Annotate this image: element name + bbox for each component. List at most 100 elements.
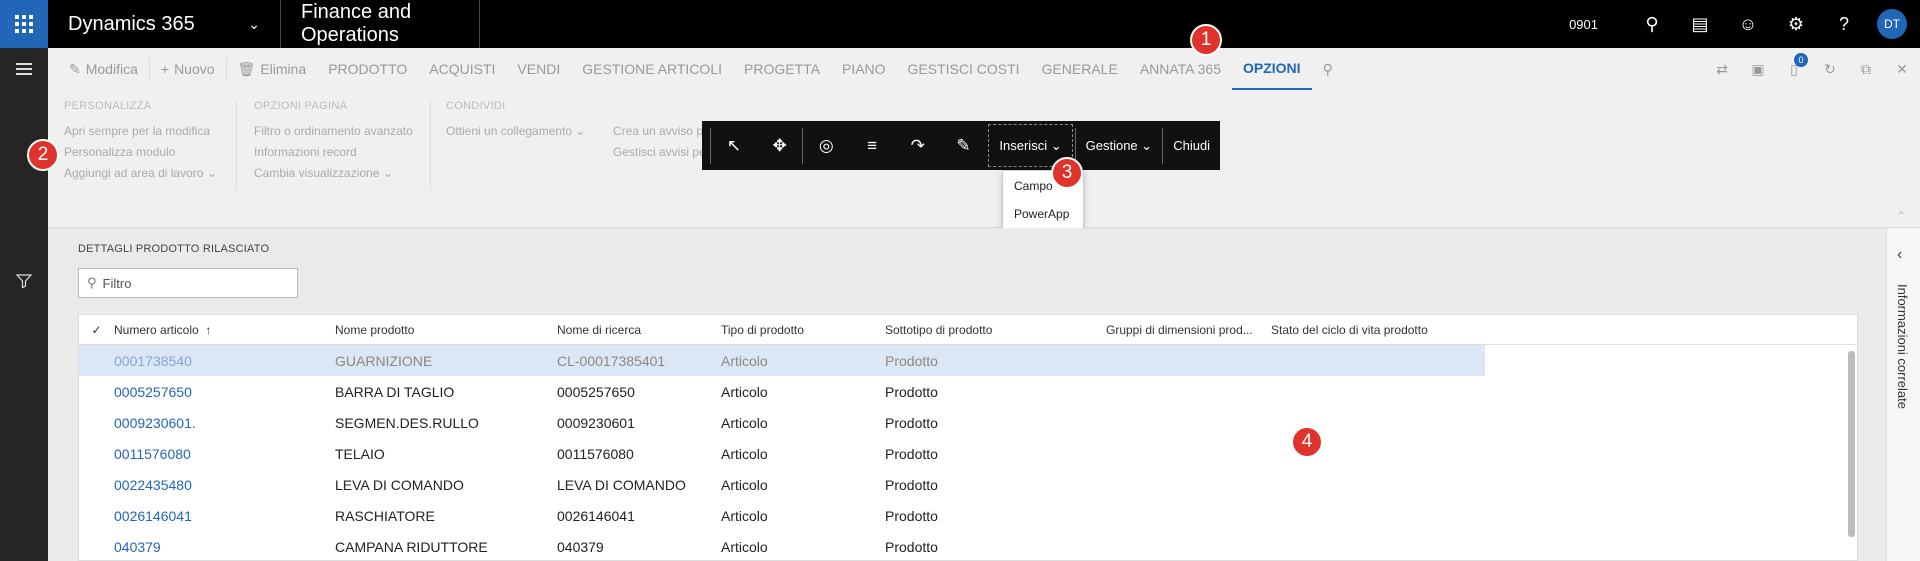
tab-opzioni[interactable]: OPZIONI [1232,48,1312,90]
table-cell: CL-00017385401 [557,352,666,369]
action-search-icon[interactable]: ⚲ [1312,48,1344,90]
tab-prodotto[interactable]: PRODOTTO [317,48,418,90]
chevron-down-icon: ⌄ [575,124,586,138]
sort-ascending-icon: ↑ [205,322,212,337]
app-launcher-button[interactable] [0,0,48,48]
column-header-sottotipo[interactable]: Sottotipo di prodotto [885,323,1106,337]
select-cursor-icon[interactable]: ↖ [711,121,757,170]
delete-button[interactable]: 🗑 Elimina [227,48,318,90]
divider [430,100,431,190]
tab-progetta[interactable]: PROGETTA [733,48,831,90]
skip-icon[interactable]: ↷ [895,121,941,170]
item-number-link[interactable]: 0005257650 [114,384,335,400]
item-number-link[interactable]: 0011576080 [114,446,335,462]
move-icon[interactable]: ✥ [757,121,803,170]
table-row[interactable]: 0001738540 GUARNIZIONE CL-00017385401 Artic… [79,345,1485,376]
app-name-menu[interactable]: Dynamics 365 ⌄ [48,0,281,48]
group-personalizza: PERSONALIZZA Apri sempre per la modifica… [64,100,217,220]
vertical-scrollbar[interactable] [1848,351,1855,537]
help-icon[interactable]: ? [1820,0,1868,48]
item-number-link[interactable]: 0001738540 [114,353,335,369]
menu-item-informazioni-record[interactable]: Informazioni record [254,145,413,159]
personalization-toolbar: ↖ ✥ ◎ ≡ ↷ ✎ Inserisci ⌄ Gestione ⌄ Chiud… [702,121,1220,170]
tab-generale[interactable]: GENERALE [1031,48,1129,90]
chevron-left-icon[interactable]: ‹ [1897,246,1902,264]
column-header-nome-ricerca[interactable]: Nome di ricerca [557,323,721,337]
chevron-down-icon: ⌄ [248,15,260,32]
menu-item-apri-sempre[interactable]: Apri sempre per la modifica [64,124,217,138]
menu-item-label: Ottieni un collegamento [446,124,573,138]
table-row[interactable]: 040379 CAMPANA RIDUTTORE 040379 Articolo Pro… [79,531,1857,561]
notification-icon[interactable]: ▯ 0 [1776,52,1812,78]
hide-icon[interactable]: ◎ [803,121,849,170]
column-header-tipo-prodotto[interactable]: Tipo di prodotto [721,323,885,337]
refresh-icon[interactable]: ↻ [1812,61,1848,78]
table-row[interactable]: 0011576080 TELAIO 0011576080 Articolo Prodot… [79,438,1857,469]
table-row[interactable]: 0026146041 RASCHIATORE 0026146041 Articolo P… [79,500,1857,531]
table-row[interactable]: 0022435480 LEVA DI COMANDO LEVA DI COMANDO… [79,469,1857,500]
edit-icon[interactable]: ✎ [941,121,987,170]
table-row[interactable]: 0005257650 BARRA DI TAGLIO 0005257650 Artic… [79,376,1857,407]
office-icon[interactable]: ▣ [1740,61,1776,78]
tab-acquisti[interactable]: ACQUISTI [418,48,506,90]
table-cell: Prodotto [885,414,938,431]
table-cell: TELAIO [335,445,385,462]
column-header-nome-prodotto[interactable]: Nome prodotto [335,323,557,337]
smiley-icon[interactable]: ☺ [1724,0,1772,48]
menu-item-gestisci-avvisi[interactable]: Gestisci avvisi pe [613,145,706,159]
table-cell: 0009230601 [557,414,635,431]
table-cell: Articolo [721,476,768,493]
item-number-link[interactable]: 0022435480 [114,477,335,493]
item-number-link[interactable]: 040379 [114,539,335,555]
search-icon[interactable]: ⚲ [1628,0,1676,48]
company-selector[interactable]: 0901 [1569,17,1598,32]
open-new-window-icon[interactable]: ⧉ [1848,61,1884,78]
hamburger-menu-icon[interactable] [0,48,48,90]
column-header-numero-articolo[interactable]: Numero articolo ↑ [114,323,335,337]
table-cell: 0005257650 [557,383,635,400]
tab-annata-365[interactable]: ANNATA 365 [1129,48,1232,90]
table-row[interactable]: 0009230601. SEGMEN.DES.RULLO 0009230601 Art… [79,407,1857,438]
message-icon[interactable]: ▤ [1676,0,1724,48]
menu-item-label: Cambia visualizzazione [254,166,380,180]
collapse-action-pane-icon[interactable]: ⌃ [1896,209,1906,223]
gestione-button[interactable]: Gestione ⌄ [1076,121,1163,170]
close-icon[interactable]: ✕ [1884,61,1920,78]
related-info-pane[interactable]: ‹ Informazioni correlate [1886,228,1920,561]
tab-gestione-articoli[interactable]: GESTIONE ARTICOLI [571,48,733,90]
menu-item-crea-avviso[interactable]: Crea un avviso p [613,124,706,138]
tab-piano[interactable]: PIANO [831,48,897,90]
menu-item-filtro-avanzato[interactable]: Filtro o ordinamento avanzato [254,124,413,138]
menu-item-cambia-visualizzazione[interactable]: Cambia visualizzazione ⌄ [254,166,413,180]
table-cell: Prodotto [885,383,938,400]
delete-label: Elimina [260,61,307,77]
item-number-link[interactable]: 0009230601. [114,415,335,431]
avatar[interactable]: DT [1877,9,1907,39]
dropdown-item-powerapp[interactable]: PowerApp [1003,199,1083,227]
menu-item-aggiungi-area[interactable]: Aggiungi ad area di lavoro ⌄ [64,166,217,180]
divider [236,100,237,190]
gear-icon[interactable]: ⚙ [1772,0,1820,48]
main-content: DETTAGLI PRODOTTO RILASCIATO ⚲ Filtro ✓ … [48,228,1886,561]
filter-icon[interactable] [0,260,48,302]
trash-icon: 🗑 [237,60,256,77]
chiudi-button[interactable]: Chiudi [1163,121,1220,170]
tab-vendi[interactable]: VENDI [506,48,571,90]
table-cell: Articolo [721,383,768,400]
item-number-link[interactable]: 0026146041 [114,508,335,524]
link-icon[interactable]: ⇄ [1704,61,1740,78]
summary-icon[interactable]: ≡ [849,121,895,170]
column-label: Numero articolo [114,322,199,337]
group-title: CONDIVIDI [446,100,506,112]
column-header-stato-ciclo-vita[interactable]: Stato del ciclo di vita prodotto [1271,323,1471,337]
tab-gestisci-costi[interactable]: GESTISCI COSTI [897,48,1031,90]
chevron-down-icon: ⌄ [206,166,217,180]
select-all-checkbox[interactable]: ✓ [79,323,114,337]
column-header-gruppi-dimensioni[interactable]: Gruppi di dimensioni prod... [1106,323,1271,337]
edit-button[interactable]: ✎ Modifica [58,48,149,90]
menu-item-personalizza-modulo[interactable]: Personalizza modulo [64,145,217,159]
menu-item-ottieni-collegamento[interactable]: Ottieni un collegamento ⌄ [446,124,585,138]
new-button[interactable]: + Nuovo [150,48,226,90]
table-cell: Prodotto [885,352,938,369]
filter-input[interactable]: ⚲ Filtro [78,268,298,298]
